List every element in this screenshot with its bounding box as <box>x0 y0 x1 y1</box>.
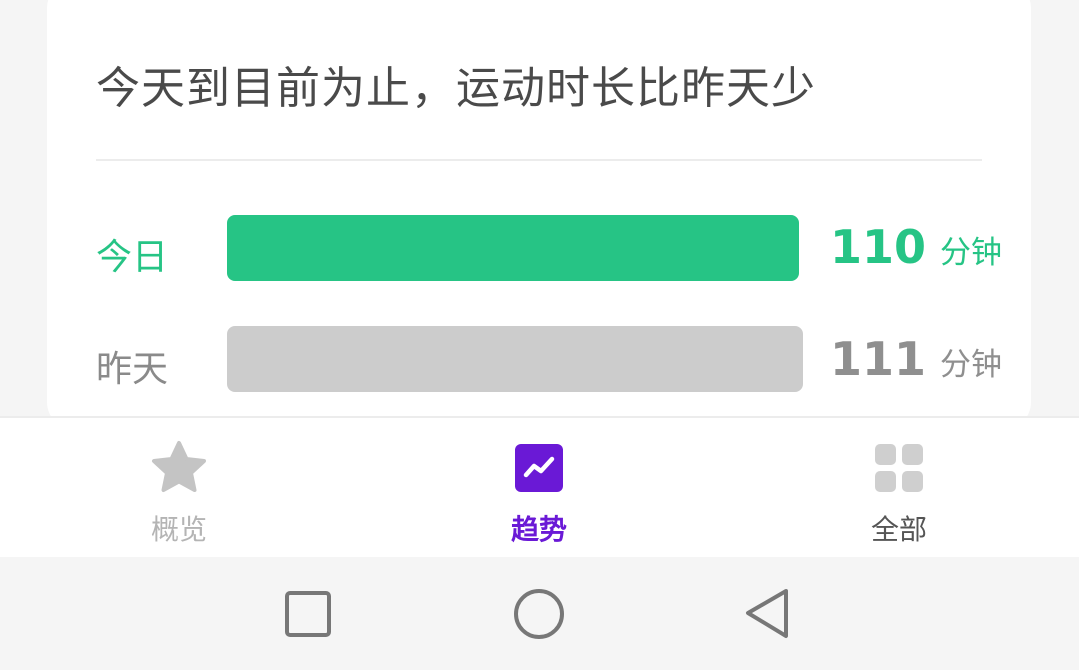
divider <box>96 159 982 161</box>
screen: 今天到目前为止，运动时长比昨天少 今日 110 分钟 昨天 111 分钟 概览 趋势 <box>0 0 1079 670</box>
tab-all[interactable]: 全部 <box>799 418 999 559</box>
star-icon <box>152 441 206 492</box>
tab-all-label: 全部 <box>870 513 927 546</box>
recent-apps-icon[interactable] <box>273 579 343 649</box>
today-value-unit: 分钟 <box>940 235 1003 271</box>
yesterday-value: 111 分钟 <box>830 332 1002 386</box>
yesterday-value-number: 111 <box>830 332 927 386</box>
today-value: 110 分钟 <box>830 220 1002 274</box>
yesterday-value-unit: 分钟 <box>940 347 1003 383</box>
tab-overview[interactable]: 概览 <box>79 418 279 559</box>
today-value-number: 110 <box>830 220 927 274</box>
bottom-tab-bar: 概览 趋势 全部 <box>0 416 1079 559</box>
today-label: 今日 <box>96 237 169 278</box>
yesterday-bar <box>227 326 803 392</box>
tab-trend-label: 趋势 <box>510 513 567 546</box>
card-headline: 今天到目前为止，运动时长比昨天少 <box>96 63 816 114</box>
tab-overview-label: 概览 <box>150 513 207 546</box>
tab-trend[interactable]: 趋势 <box>439 418 639 559</box>
grid-icon <box>875 444 923 492</box>
yesterday-label: 昨天 <box>96 349 169 390</box>
system-nav-bar <box>0 557 1079 670</box>
today-bar <box>227 215 799 281</box>
trend-icon <box>515 444 563 492</box>
home-icon[interactable] <box>504 579 574 649</box>
back-icon[interactable] <box>733 579 803 649</box>
